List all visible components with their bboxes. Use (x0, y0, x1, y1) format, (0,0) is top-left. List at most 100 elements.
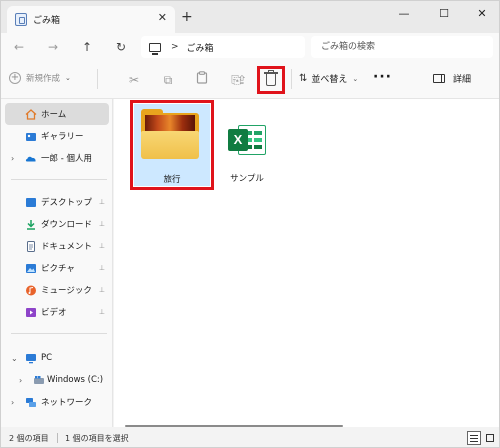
sidebar-item-label: ネットワーク (41, 398, 93, 408)
up-button[interactable]: ↑ (77, 38, 97, 56)
monitor-icon (149, 42, 161, 55)
sidebar-item-label: ホーム (41, 110, 67, 120)
sidebar-item-videos[interactable]: ビデオ ⊥ (5, 301, 109, 323)
sidebar-item-onedrive[interactable]: › 一郎 - 個人用 (5, 147, 109, 169)
pin-icon: ⊥ (98, 286, 105, 294)
breadcrumb-separator: > (171, 42, 179, 52)
minimize-button[interactable]: — (391, 5, 417, 23)
pc-icon (26, 353, 36, 363)
close-button[interactable]: ✕ (469, 5, 495, 23)
command-bar: + 新規作成 ⌄ ✂ ⧉ ⎘ ⇪ ⇅ 並べ替え ⌄ ··· 詳細 (1, 61, 499, 99)
forward-button[interactable]: → (43, 38, 63, 56)
breadcrumb-recycle-bin[interactable]: ごみ箱 (187, 41, 214, 54)
details-button[interactable]: 詳細 (433, 72, 471, 85)
drive-icon (34, 375, 44, 384)
sidebar-item-pictures[interactable]: ピクチャ ⊥ (5, 257, 109, 279)
details-button-label: 詳細 (453, 75, 472, 85)
toolbar-divider (291, 69, 292, 89)
sort-button[interactable]: ⇅ 並べ替え ⌄ (299, 72, 358, 85)
details-pane-icon (433, 74, 445, 83)
sidebar-item-label: ドキュメント (41, 242, 93, 252)
new-button[interactable]: + 新規作成 ⌄ (9, 72, 71, 84)
recycle-bin-icon (15, 13, 27, 26)
sidebar-item-label: ミュージック (41, 286, 92, 296)
details-view-button[interactable] (467, 431, 481, 445)
sidebar-item-label: ギャラリー (41, 132, 84, 142)
navigation-pane: ホーム ギャラリー › 一郎 - 個人用 デスクトップ ⊥ ダウンロード ⊥ ド… (1, 99, 113, 427)
chevron-down-icon: ⌄ (65, 74, 71, 82)
selected-count: 1 個の項目を選択 (65, 434, 129, 443)
tiles-view-button[interactable] (483, 431, 497, 445)
sidebar-item-music[interactable]: ミュージック ⊥ (5, 279, 109, 301)
share-icon[interactable]: ⇪ (233, 71, 251, 89)
file-item-excel[interactable]: X (228, 123, 266, 157)
sidebar-item-documents[interactable]: ドキュメント ⊥ (5, 235, 109, 257)
sidebar-item-downloads[interactable]: ダウンロード ⊥ (5, 213, 109, 235)
paste-icon[interactable] (193, 71, 211, 89)
tab-close-icon[interactable]: ✕ (158, 11, 167, 24)
sidebar-item-pc[interactable]: ⌄ PC (5, 347, 109, 369)
music-icon (26, 285, 36, 295)
tiles-view-icon (486, 434, 494, 442)
delete-button[interactable] (257, 66, 285, 94)
documents-icon (27, 240, 35, 252)
trash-icon (266, 74, 276, 86)
sidebar-item-label: ダウンロード (41, 220, 93, 230)
sort-button-label: 並べ替え (311, 75, 348, 85)
pin-icon: ⊥ (98, 264, 105, 272)
sidebar-item-network[interactable]: › ネットワーク (5, 391, 109, 413)
home-icon (25, 108, 37, 120)
back-button[interactable]: ← (9, 38, 29, 56)
sort-icon: ⇅ (299, 73, 308, 84)
refresh-button[interactable]: ↻ (111, 38, 131, 56)
pin-icon: ⊥ (98, 242, 105, 250)
toolbar-divider (97, 69, 98, 89)
sidebar-item-desktop[interactable]: デスクトップ ⊥ (5, 191, 109, 213)
file-item-folder[interactable]: 旅行 (130, 100, 214, 190)
gallery-icon (26, 132, 36, 141)
pictures-icon (26, 263, 36, 273)
sidebar-item-home[interactable]: ホーム (5, 103, 109, 125)
sidebar-item-label: Windows (C:) (47, 375, 104, 385)
file-name[interactable]: サンプル (217, 172, 277, 184)
new-tab-button[interactable]: + (181, 9, 193, 25)
sidebar-divider (11, 333, 107, 334)
excel-icon: X (228, 129, 248, 151)
desktop-icon (26, 197, 36, 207)
status-divider (57, 433, 58, 443)
address-bar-row: ← → ↑ ↻ > ごみ箱 ごみ箱の検索 (1, 33, 499, 61)
pin-icon: ⊥ (98, 308, 105, 316)
tab-recycle-bin[interactable]: ごみ箱 ✕ (7, 6, 175, 33)
videos-icon (26, 307, 36, 317)
sidebar-divider (11, 179, 107, 180)
more-options-button[interactable]: ··· (373, 69, 392, 85)
file-explorer-window: ごみ箱 ✕ + — ☐ ✕ ← → ↑ ↻ > ごみ箱 ごみ箱の検索 + 新規作… (0, 0, 500, 448)
sidebar-item-windows-drive[interactable]: › Windows (C:) (5, 369, 109, 391)
maximize-button[interactable]: ☐ (431, 5, 457, 23)
sidebar-item-label: デスクトップ (41, 198, 93, 208)
address-field[interactable]: > ごみ箱 (141, 36, 305, 58)
item-count: 2 個の項目 (9, 434, 49, 443)
tab-title: ごみ箱 (33, 16, 61, 26)
chevron-down-icon: ⌄ (352, 74, 359, 83)
network-icon (26, 397, 36, 407)
chevron-right-icon[interactable]: › (11, 154, 14, 163)
horizontal-scrollbar[interactable] (125, 425, 343, 427)
download-icon (27, 219, 35, 230)
sidebar-item-label: ピクチャ (41, 264, 75, 274)
search-input[interactable]: ごみ箱の検索 (311, 36, 493, 58)
sidebar-item-gallery[interactable]: ギャラリー (5, 125, 109, 147)
plus-icon: + (9, 72, 21, 84)
chevron-down-icon[interactable]: ⌄ (11, 354, 18, 363)
file-name: 旅行 (163, 175, 181, 185)
title-bar: ごみ箱 ✕ + — ☐ ✕ (1, 1, 499, 33)
sidebar-item-label: PC (41, 353, 53, 363)
chevron-right-icon[interactable]: › (19, 376, 22, 385)
sidebar-item-label: 一郎 - 個人用 (41, 154, 92, 164)
sidebar-item-label: ビデオ (41, 308, 67, 318)
status-bar: 2 個の項目 1 個の項目を選択 (1, 429, 499, 447)
chevron-right-icon[interactable]: › (11, 398, 14, 407)
copy-icon[interactable]: ⧉ (159, 71, 177, 89)
pin-icon: ⊥ (98, 220, 105, 228)
cut-icon[interactable]: ✂ (125, 71, 143, 89)
